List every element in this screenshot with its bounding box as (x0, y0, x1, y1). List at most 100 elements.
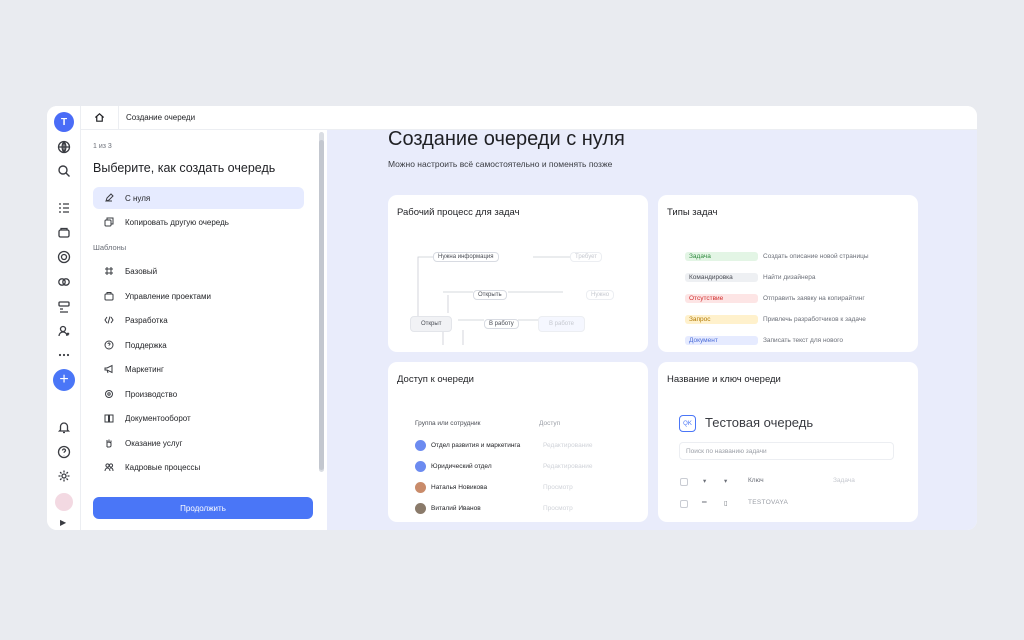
option-from-scratch[interactable]: С нуля (93, 187, 304, 209)
expand-rail-icon[interactable]: ▶ (60, 518, 66, 527)
queue-key-badge: QK (679, 415, 696, 432)
scrollbar-thumb[interactable] (319, 140, 324, 470)
template-hr-processes[interactable]: Кадровые процессы (93, 456, 304, 478)
template-production[interactable]: Производство (93, 383, 304, 405)
globe-icon[interactable] (54, 137, 74, 157)
template-marketing[interactable]: Маркетинг (93, 358, 304, 380)
member-row: Юридический отдел (415, 461, 492, 472)
member-access: Редактирование (543, 442, 593, 449)
step-counter: 1 из 3 (93, 143, 112, 150)
state-open: Открыт (410, 316, 453, 332)
member-name: Виталий Иванов (431, 505, 481, 512)
copy-icon (93, 217, 125, 227)
panel-scrollbar[interactable] (319, 132, 324, 472)
user-avatar[interactable] (55, 493, 73, 511)
member-name: Отдел развития и маркетинга (431, 442, 521, 449)
member-row: Отдел развития и маркетинга (415, 440, 520, 451)
target-icon[interactable] (54, 247, 74, 267)
chip-need-info: Нужна информация (433, 252, 499, 262)
chip-requires: Требует (570, 252, 603, 262)
create-plus-button[interactable]: + (53, 369, 75, 391)
book-icon (93, 413, 125, 423)
template-label: Базовый (125, 266, 158, 276)
templates-section-label: Шаблоны (93, 243, 127, 252)
sort-down-icon[interactable]: ▾ (703, 477, 706, 485)
select-all-checkbox[interactable] (680, 478, 688, 486)
drag-handle-icon[interactable]: ═ (702, 499, 707, 506)
column-header-access: Доступ (539, 420, 561, 427)
queue-name-key-card[interactable]: Название и ключ очереди QK Тестовая очер… (658, 362, 918, 522)
template-services[interactable]: Оказание услуг (93, 432, 304, 454)
hand-icon (93, 438, 125, 448)
member-name: Юридический отдел (431, 463, 492, 470)
task-key[interactable]: TESTOVAYA (748, 499, 788, 506)
option-label: Копировать другую очередь (125, 217, 229, 227)
queue-name: Тестовая очередь (705, 415, 814, 430)
list-icon[interactable] (54, 198, 74, 218)
chip-open-transition: Открыть (473, 290, 507, 300)
type-tag: Отсутствие (685, 294, 758, 303)
state-in-work: В работе (538, 316, 586, 332)
page-subtitle: Можно настроить всё самостоятельно и пом… (388, 159, 613, 169)
group-avatar (415, 461, 426, 472)
type-desc: Создать описание новой страницы (763, 253, 869, 260)
template-label: Маркетинг (125, 364, 164, 374)
template-document-flow[interactable]: Документооборот (93, 407, 304, 429)
option-label: С нуля (125, 193, 151, 203)
user-avatar (415, 503, 426, 514)
tracker-logo-icon[interactable]: T (54, 112, 74, 132)
person-icon[interactable] (54, 321, 74, 341)
template-label: Документооборот (125, 413, 191, 423)
type-desc: Отправить заявку на копирайтинг (763, 295, 865, 302)
member-row: Виталий Иванов (415, 503, 481, 514)
search-icon[interactable] (54, 161, 74, 181)
card-title: Типы задач (667, 207, 718, 218)
template-project-management[interactable]: Управление проектами (93, 285, 304, 307)
user-avatar (415, 482, 426, 493)
help-icon[interactable] (54, 442, 74, 462)
megaphone-icon (93, 364, 125, 374)
workflow-card[interactable]: Рабочий процесс для задач Нужна информац… (388, 195, 648, 352)
home-icon[interactable] (81, 106, 119, 130)
task-search-input[interactable]: Поиск по названию задачи (679, 442, 894, 460)
projects-icon (93, 291, 125, 301)
top-bar: Создание очереди (81, 106, 977, 130)
document-icon: ▯ (724, 500, 728, 507)
breadcrumb-title[interactable]: Создание очереди (126, 113, 195, 122)
settings-icon[interactable] (54, 466, 74, 486)
column-header-task: Задача (833, 477, 855, 484)
folder-icon[interactable] (54, 223, 74, 243)
template-basic[interactable]: Базовый (93, 260, 304, 282)
board-icon[interactable] (54, 297, 74, 317)
people-icon (93, 462, 125, 472)
member-row: Наталья Новикова (415, 482, 487, 493)
sort-down-icon[interactable]: ▾ (724, 477, 727, 485)
queue-access-card[interactable]: Доступ к очереди Группа или сотрудник До… (388, 362, 648, 522)
continue-button[interactable]: Продолжить (93, 497, 313, 519)
type-row: Отсутствие Отправить заявку на копирайтин… (685, 294, 865, 303)
template-label: Поддержка (125, 340, 167, 350)
template-development[interactable]: Разработка (93, 309, 304, 331)
bell-icon[interactable] (54, 417, 74, 437)
template-label: Кадровые процессы (125, 462, 201, 472)
option-copy-queue[interactable]: Копировать другую очередь (93, 211, 304, 233)
template-support[interactable]: Поддержка (93, 334, 304, 356)
more-icon[interactable] (54, 345, 74, 365)
column-header-group: Группа или сотрудник (415, 420, 481, 427)
type-desc: Привлечь разработчиков к задаче (763, 316, 866, 323)
template-label: Управление проектами (125, 291, 211, 301)
group-avatar (415, 440, 426, 451)
main-content: Создание очереди с нуля Можно настроить … (327, 130, 977, 530)
type-desc: Найти дизайнера (763, 274, 816, 281)
member-access: Просмотр (543, 484, 573, 491)
page-title: Создание очереди с нуля (388, 130, 625, 150)
wizard-panel: 1 из 3 Выберите, как создать очередь С н… (81, 130, 327, 530)
chip-needed: Нужно (586, 290, 615, 300)
components-icon[interactable] (54, 272, 74, 292)
card-title: Название и ключ очереди (667, 374, 781, 385)
column-header-key: Ключ (748, 477, 764, 484)
type-row: Задача Создать описание новой страницы (685, 252, 869, 261)
type-tag: Запрос (685, 315, 758, 324)
row-checkbox[interactable] (680, 500, 688, 508)
task-types-card[interactable]: Типы задач Задача Создать описание новой … (658, 195, 918, 352)
